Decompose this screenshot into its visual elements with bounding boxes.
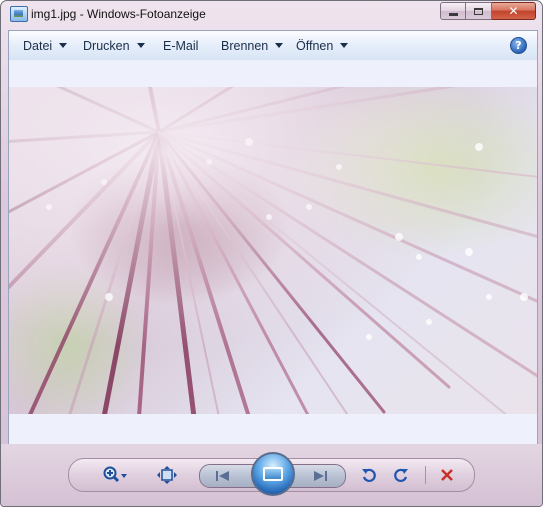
- menu-brennen[interactable]: Brennen: [221, 31, 284, 60]
- next-icon: [314, 471, 327, 481]
- menu-email[interactable]: E-Mail: [163, 31, 198, 60]
- photo-viewer-app-icon[interactable]: [10, 6, 28, 22]
- displayed-photo[interactable]: [9, 87, 537, 414]
- command-bar: Datei Drucken E-Mail Brennen Öffnen ?: [9, 31, 537, 61]
- image-viewport: [9, 60, 537, 444]
- maximize-icon: [474, 7, 483, 15]
- client-area: Datei Drucken E-Mail Brennen Öffnen ?: [8, 30, 538, 445]
- chevron-down-icon: [275, 43, 284, 48]
- photo-content: [9, 87, 537, 414]
- delete-icon: [441, 469, 453, 481]
- menu-datei-label: Datei: [23, 38, 53, 53]
- slideshow-icon: [263, 467, 283, 481]
- previous-button[interactable]: [208, 460, 238, 492]
- chevron-down-icon: [136, 43, 145, 48]
- menu-brennen-label: Brennen: [221, 38, 269, 53]
- chevron-down-icon: [340, 43, 349, 48]
- zoom-icon: [103, 466, 127, 483]
- actual-size-button[interactable]: [153, 459, 181, 491]
- menu-email-label: E-Mail: [163, 38, 199, 53]
- rotate-right-button[interactable]: [389, 459, 413, 491]
- delete-button[interactable]: [435, 459, 459, 491]
- title-bar[interactable]: img1.jpg - Windows-Fotoanzeige ✕: [1, 1, 542, 29]
- window-controls: ✕: [440, 2, 536, 21]
- window-title: img1.jpg - Windows-Fotoanzeige: [31, 7, 206, 21]
- previous-icon: [216, 471, 229, 481]
- rotate-right-icon: [394, 468, 408, 483]
- chevron-down-icon: [59, 43, 68, 48]
- menu-datei[interactable]: Datei: [23, 31, 68, 60]
- minimize-icon: [448, 12, 458, 16]
- rotate-left-button[interactable]: [357, 459, 381, 491]
- maximize-button[interactable]: [466, 2, 492, 20]
- minimize-button[interactable]: [440, 2, 466, 20]
- menu-oeffnen-label: Öffnen: [296, 38, 334, 53]
- close-button[interactable]: ✕: [492, 2, 536, 20]
- help-icon[interactable]: ?: [510, 37, 527, 54]
- zoom-button[interactable]: [97, 459, 133, 491]
- rotate-left-icon: [362, 468, 376, 483]
- toolbar-separator: [425, 466, 426, 484]
- fit-to-window-icon: [157, 466, 177, 484]
- menu-drucken[interactable]: Drucken: [83, 31, 145, 60]
- menu-drucken-label: Drucken: [83, 38, 130, 53]
- close-icon: ✕: [508, 4, 519, 18]
- menu-oeffnen[interactable]: Öffnen: [296, 31, 349, 60]
- app-window: img1.jpg - Windows-Fotoanzeige ✕ Datei D…: [0, 0, 543, 507]
- slideshow-button[interactable]: [251, 452, 295, 496]
- viewer-toolbar: [68, 452, 475, 496]
- next-button[interactable]: [305, 460, 335, 492]
